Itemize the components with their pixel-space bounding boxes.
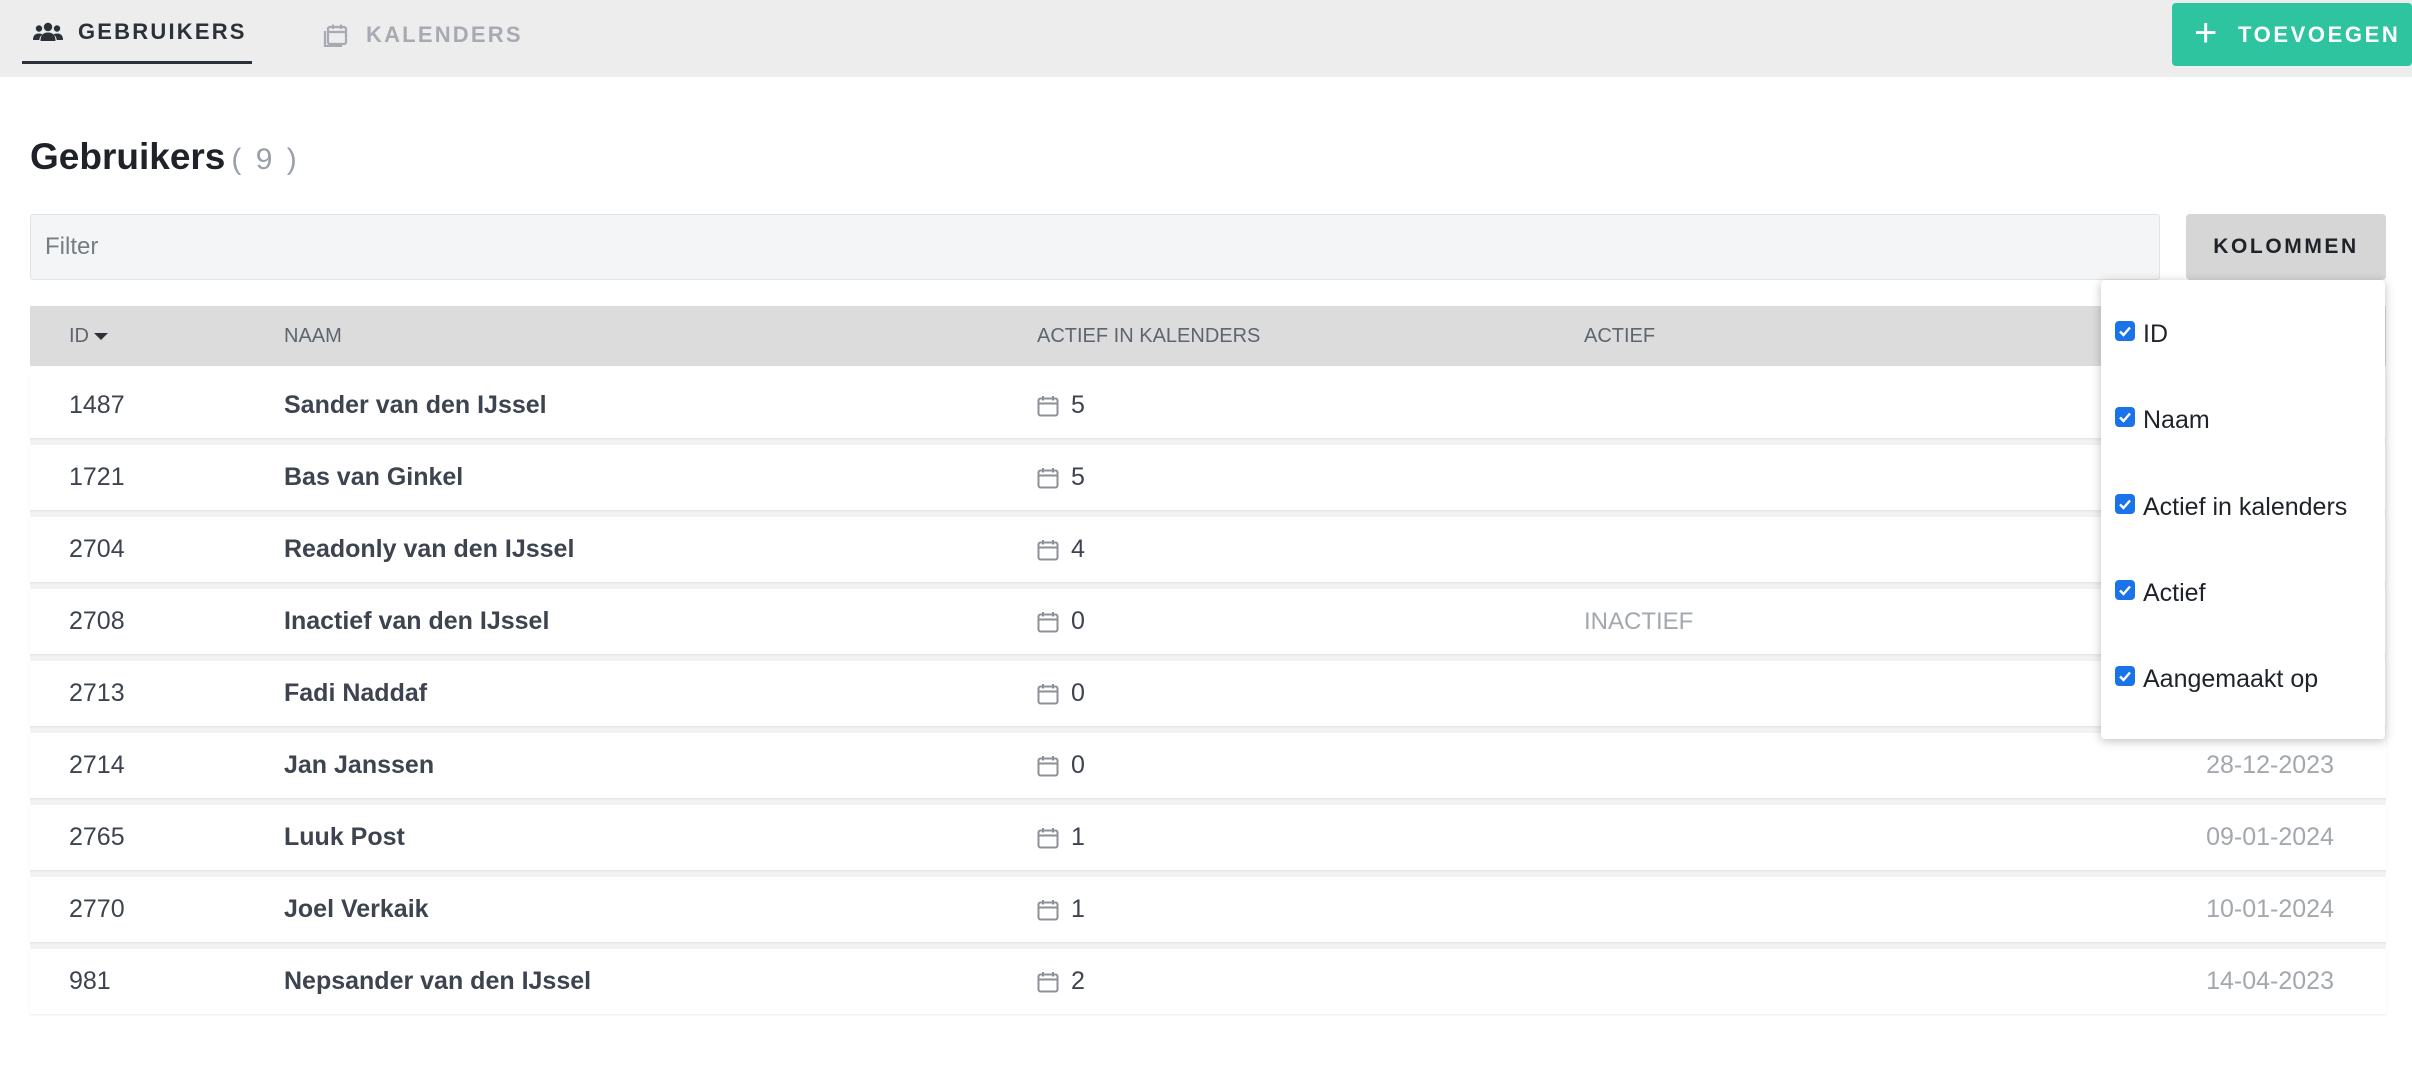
calendar-icon [1037, 683, 1059, 705]
cell-active-in-calendars: 0 [1037, 589, 1085, 654]
cell-active-in-calendars: 4 [1037, 517, 1085, 582]
calendars-icon [320, 22, 352, 48]
header-id-label: ID [69, 324, 89, 347]
table-row[interactable]: 981 Nepsander van den IJssel 2 14-04-2023 [30, 949, 2386, 1014]
calendar-icon [1037, 971, 1059, 993]
calendar-count: 0 [1071, 751, 1085, 779]
table-row[interactable]: 2708 Inactief van den IJssel 0 INACTIEF [30, 589, 2386, 654]
add-button-label: TOEVOEGEN [2237, 21, 2401, 47]
columns-menu-option[interactable]: Aangemaakt op [2115, 659, 2318, 699]
calendar-count: 1 [1071, 895, 1085, 923]
columns-button[interactable]: KOLOMMEN [2186, 214, 2386, 280]
cell-active-in-calendars: 1 [1037, 877, 1085, 942]
cell-name[interactable]: Readonly van den IJssel [284, 517, 574, 582]
cell-active-in-calendars: 5 [1037, 373, 1085, 438]
cell-id: 1721 [69, 463, 125, 491]
filter-input[interactable] [30, 214, 2160, 280]
checkbox-checked-icon[interactable] [2115, 666, 2135, 686]
cell-id: 981 [69, 967, 111, 995]
columns-menu-option[interactable]: Actief in kalenders [2115, 487, 2347, 527]
tab-gebruikers-label: GEBRUIKERS [78, 19, 247, 44]
checkbox-checked-icon[interactable] [2115, 321, 2135, 341]
cell-active-in-calendars: 1 [1037, 805, 1085, 870]
cell-active-in-calendars: 0 [1037, 733, 1085, 798]
calendar-icon [1037, 467, 1059, 489]
columns-menu-option-label: Naam [2143, 405, 2210, 434]
cell-id: 2714 [69, 751, 125, 779]
table-row[interactable]: 2765 Luuk Post 1 09-01-2024 [30, 805, 2386, 870]
cell-created: 14-04-2023 [2206, 967, 2334, 995]
calendar-count: 0 [1071, 679, 1085, 707]
sort-desc-icon [93, 331, 109, 341]
columns-menu: ID Naam Actief in kalenders Actief Aangemaak… [2101, 280, 2385, 739]
cell-active-in-calendars: 2 [1037, 949, 1085, 1014]
cell-id: 2708 [69, 607, 125, 635]
page-title-text: Gebruikers [30, 136, 226, 177]
users-icon [32, 19, 64, 45]
columns-menu-option[interactable]: Actief [2115, 573, 2206, 613]
cell-active: INACTIEF [1584, 607, 1694, 635]
table-body: 1487 Sander van den IJssel 5 1721 Bas van Gi… [30, 373, 2386, 1014]
users-table: ID NAAM ACTIEF IN KALENDERS ACTIEF 1487 S… [30, 306, 2386, 1014]
columns-menu-option[interactable]: Naam [2115, 400, 2210, 440]
calendar-icon [1037, 611, 1059, 633]
checkbox-checked-icon[interactable] [2115, 407, 2135, 427]
cell-name[interactable]: Sander van den IJssel [284, 373, 547, 438]
checkbox-checked-icon[interactable] [2115, 494, 2135, 514]
columns-menu-option-label: Aangemaakt op [2143, 664, 2319, 693]
cell-created: 10-01-2024 [2206, 895, 2334, 923]
calendar-icon [1037, 539, 1059, 561]
calendar-count: 2 [1071, 967, 1085, 995]
columns-menu-option-label: ID [2143, 319, 2168, 348]
cell-name[interactable]: Fadi Naddaf [284, 661, 427, 726]
cell-name[interactable]: Inactief van den IJssel [284, 589, 549, 654]
user-count: ( 9 ) [231, 143, 300, 176]
table-row[interactable]: 1721 Bas van Ginkel 5 [30, 445, 2386, 510]
header-active-in-calendars[interactable]: ACTIEF IN KALENDERS [1037, 306, 1260, 366]
cell-active-in-calendars: 0 [1037, 661, 1085, 726]
cell-created: 09-01-2024 [2206, 823, 2334, 851]
columns-menu-option-label: Actief in kalenders [2143, 492, 2348, 521]
table-row[interactable]: 2714 Jan Janssen 0 28-12-2023 [30, 733, 2386, 798]
columns-menu-option[interactable]: ID [2115, 314, 2168, 354]
cell-id: 2765 [69, 823, 125, 851]
cell-name[interactable]: Luuk Post [284, 805, 405, 870]
cell-name[interactable]: Joel Verkaik [284, 877, 429, 942]
add-button[interactable]: + TOEVOEGEN [2172, 3, 2412, 66]
calendar-count: 1 [1071, 823, 1085, 851]
cell-name[interactable]: Jan Janssen [284, 733, 434, 798]
cell-active-in-calendars: 5 [1037, 445, 1085, 510]
calendar-icon [1037, 899, 1059, 921]
cell-id: 2770 [69, 895, 125, 923]
header-name[interactable]: NAAM [284, 306, 342, 366]
calendar-count: 5 [1071, 463, 1085, 491]
cell-name[interactable]: Nepsander van den IJssel [284, 949, 591, 1014]
columns-menu-option-label: Actief [2143, 578, 2206, 607]
header-id[interactable]: ID [69, 306, 109, 366]
calendar-icon [1037, 395, 1059, 417]
calendar-icon [1037, 827, 1059, 849]
cell-created: 28-12-2023 [2206, 751, 2334, 779]
calendar-count: 4 [1071, 535, 1085, 563]
table-row[interactable]: 2770 Joel Verkaik 1 10-01-2024 [30, 877, 2386, 942]
table-row[interactable]: 1487 Sander van den IJssel 5 [30, 373, 2386, 438]
top-bar: GEBRUIKERS KALENDERS + TOEVOEGEN [0, 0, 2412, 77]
calendar-count: 5 [1071, 391, 1085, 419]
checkbox-checked-icon[interactable] [2115, 580, 2135, 600]
table-row[interactable]: 2713 Fadi Naddaf 0 [30, 661, 2386, 726]
cell-name[interactable]: Bas van Ginkel [284, 445, 463, 510]
cell-id: 2713 [69, 679, 125, 707]
table-header: ID NAAM ACTIEF IN KALENDERS ACTIEF [30, 306, 2386, 366]
plus-icon: + [2194, 10, 2220, 55]
header-active[interactable]: ACTIEF [1584, 306, 1655, 366]
table-row[interactable]: 2704 Readonly van den IJssel 4 [30, 517, 2386, 582]
tab-kalenders-label: KALENDERS [366, 22, 523, 47]
calendar-icon [1037, 755, 1059, 777]
tab-gebruikers[interactable]: GEBRUIKERS [22, 0, 252, 64]
page-title: Gebruikers( 9 ) [30, 136, 300, 178]
cell-id: 2704 [69, 535, 125, 563]
cell-id: 1487 [69, 391, 125, 419]
calendar-count: 0 [1071, 607, 1085, 635]
tab-kalenders[interactable]: KALENDERS [310, 0, 530, 67]
